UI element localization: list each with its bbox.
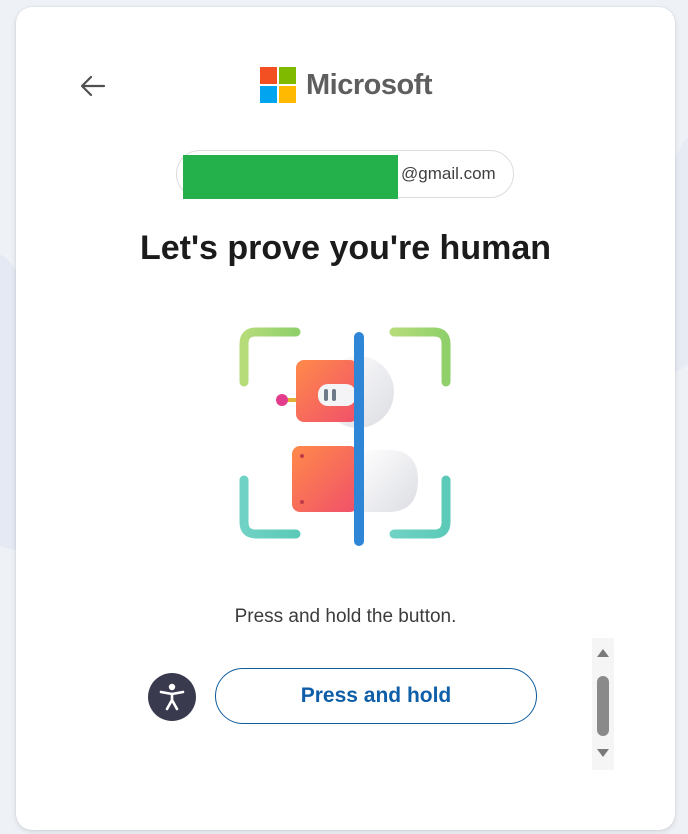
back-arrow-icon xyxy=(80,75,106,97)
brand-name: Microsoft xyxy=(306,68,433,101)
scroll-down-arrow-icon xyxy=(597,749,609,757)
press-and-hold-button[interactable]: Press and hold xyxy=(215,668,537,724)
page-title: Let's prove you're human xyxy=(139,229,552,267)
email-domain: @gmail.com xyxy=(401,164,496,183)
scroll-up-arrow-icon xyxy=(597,649,609,657)
account-email-pill: @gmail.com xyxy=(176,150,514,199)
robot-human-scan-illustration xyxy=(239,327,451,546)
scrollbar-thumb[interactable] xyxy=(597,676,609,736)
accessibility-icon xyxy=(159,683,185,711)
scroll-down-button[interactable] xyxy=(596,746,610,760)
scrollbar[interactable] xyxy=(592,638,614,770)
back-button[interactable] xyxy=(76,69,110,103)
microsoft-logo: Microsoft xyxy=(260,67,433,103)
challenge-card: Microsoft @gmail.com Let's prove you're … xyxy=(16,7,675,830)
email-redaction xyxy=(183,155,398,199)
microsoft-logo-icon xyxy=(260,67,296,103)
accessibility-button[interactable] xyxy=(148,673,196,721)
instruction-text: Press and hold the button. xyxy=(234,606,457,627)
scroll-up-button[interactable] xyxy=(596,646,610,660)
